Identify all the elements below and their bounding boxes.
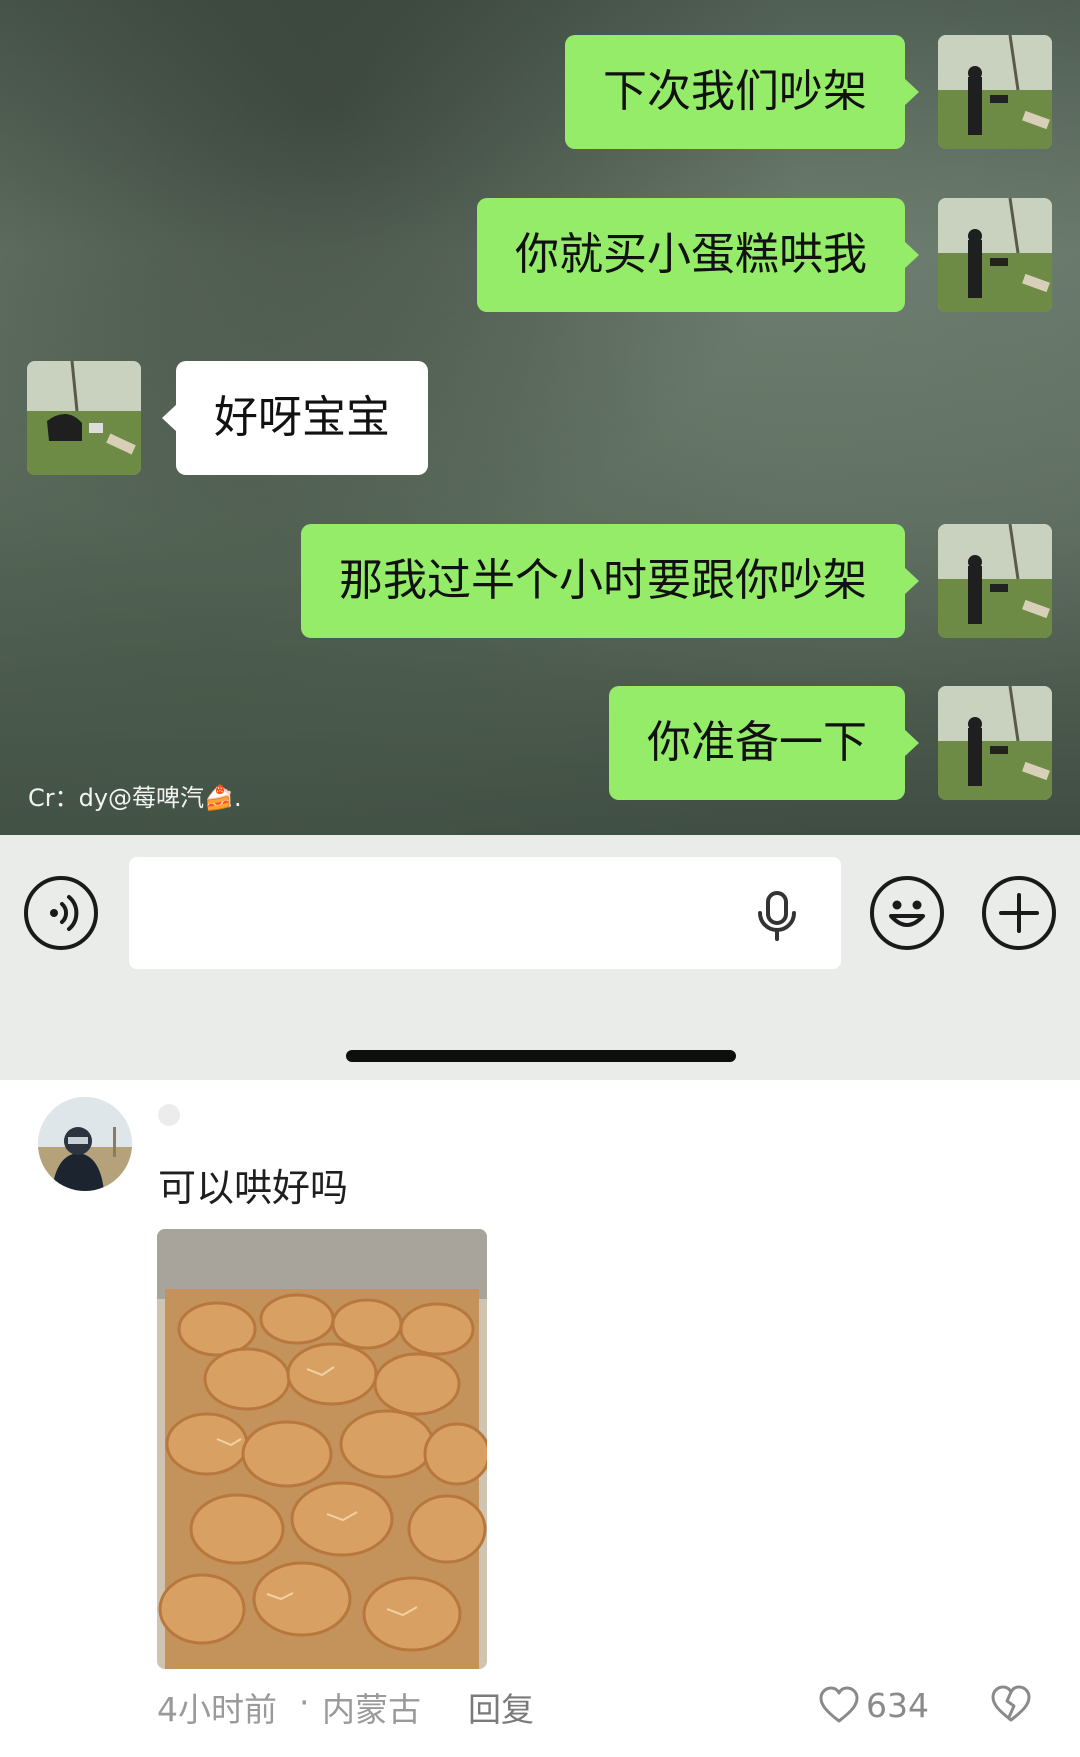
message-row: 那我过半个小时要跟你吵架 [0,524,1080,638]
sender-avatar[interactable] [938,198,1052,312]
broken-heart-icon[interactable] [990,1684,1032,1724]
message-text: 那我过半个小时要跟你吵架 [339,555,867,606]
reply-button[interactable]: 回复 [468,1683,534,1731]
voice-toggle-icon [50,895,79,931]
message-text: 好呀宝宝 [214,392,390,443]
message-row: 下次我们吵架 [0,35,1080,149]
sender-avatar[interactable] [938,686,1052,800]
message-bubble-sent[interactable]: 下次我们吵架 [565,35,919,149]
comment-image-bread-buns[interactable] [157,1229,487,1669]
like-button[interactable]: 634 [818,1683,929,1727]
sender-avatar[interactable] [938,35,1052,149]
emoji-button[interactable] [870,876,944,950]
message-bubble-sent[interactable]: 你准备一下 [609,686,919,800]
more-actions-button[interactable] [982,876,1056,950]
message-text: 下次我们吵架 [603,66,867,117]
like-count: 634 [866,1685,929,1725]
meta-separator: · [299,1683,310,1722]
heart-outline-icon [819,1686,859,1723]
comment-location: 内蒙古 [322,1690,421,1729]
home-indicator[interactable] [346,1050,736,1062]
comment-text: 可以哄好吗 [158,1166,349,1210]
message-text: 你就买小蛋糕哄我 [515,229,867,280]
watermark-credit: Cr：dy@莓啤汽🍰. [28,784,242,812]
message-bubble-sent[interactable]: 那我过半个小时要跟你吵架 [301,524,919,638]
microphone-icon[interactable] [754,891,800,941]
message-text: 你准备一下 [647,717,867,768]
plus-icon [999,893,1039,933]
message-row: 好呀宝宝 [0,361,1080,475]
emoji-icon [889,900,925,927]
sender-avatar[interactable] [938,524,1052,638]
contact-avatar[interactable] [27,361,141,475]
chat-input-bar [0,835,1080,1080]
message-bubble-received[interactable]: 好呀宝宝 [162,361,428,475]
commenter-name-placeholder[interactable] [158,1104,180,1126]
commenter-avatar[interactable] [38,1097,132,1191]
message-bubble-sent[interactable]: 你就买小蛋糕哄我 [477,198,919,312]
comment-time: 4小时前 [157,1690,277,1729]
voice-toggle-button[interactable] [24,876,98,950]
message-input[interactable] [129,857,841,969]
message-row: 你就买小蛋糕哄我 [0,198,1080,312]
chat-screenshot: 下次我们吵架 你就买小蛋糕哄我 好呀宝宝 那我过半个小时要跟你吵架 你准备一下 … [0,0,1080,835]
